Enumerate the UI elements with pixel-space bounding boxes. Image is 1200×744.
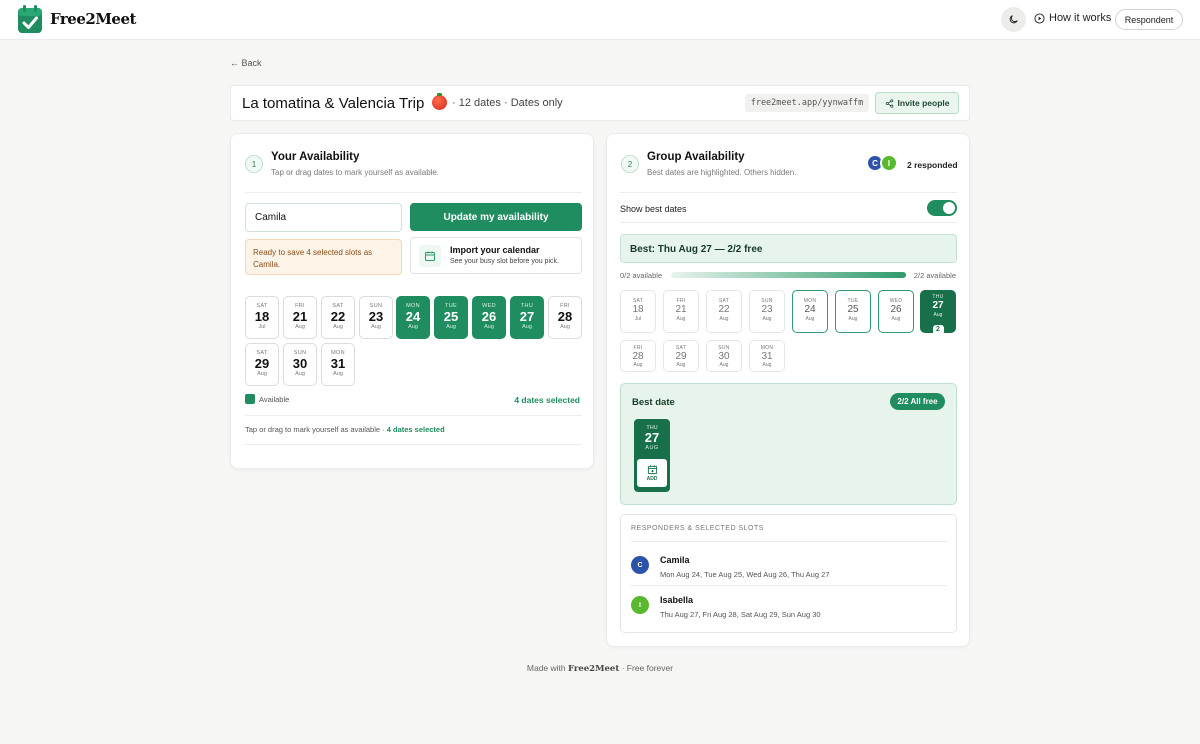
selected-count: 4 dates selected (514, 395, 580, 405)
best-date-title: Best date (632, 397, 675, 408)
responder-slots: Mon Aug 24, Tue Aug 25, Wed Aug 26, Thu … (660, 570, 830, 579)
response-count-badge: 2 (932, 325, 944, 335)
import-calendar-button[interactable]: Import your calendar See your busy slot … (410, 237, 582, 274)
divider (245, 192, 582, 193)
date-cell[interactable]: SAT 22 Aug (321, 296, 355, 339)
share-icon (885, 98, 893, 108)
back-link[interactable]: ← Back (230, 58, 262, 68)
responder-name: Isabella (660, 595, 694, 605)
responder-row: C Camila Mon Aug 24, Tue Aug 25, Wed Aug… (631, 545, 947, 585)
group-date-cell-best[interactable]: THU 27 Aug 2 (920, 290, 956, 335)
calendar-check-icon[interactable] (18, 5, 42, 33)
step-badge-2: 2 (621, 155, 639, 173)
all-free-badge: 2/2 All free (890, 393, 945, 410)
group-date-cell-partial[interactable]: TUE 25 Aug (835, 290, 871, 333)
date-cell-selected[interactable]: MON 24 Aug (396, 296, 430, 339)
role-button[interactable]: Respondent (1115, 9, 1183, 30)
date-cell[interactable]: SAT 18 Jul (245, 296, 279, 339)
range-max-label: 2/2 available (913, 271, 956, 280)
legend-label: Available (259, 395, 290, 404)
group-date-cell[interactable]: SAT 22 Aug (706, 290, 742, 333)
group-date-cell[interactable]: SAT 29 Aug (663, 340, 699, 372)
your-availability-subtitle: Tap or drag dates to mark yourself as av… (271, 168, 440, 177)
group-date-cell-partial[interactable]: WED 26 Aug (878, 290, 914, 333)
group-date-cell[interactable]: SAT 18 Jul (620, 290, 656, 333)
group-date-cell[interactable]: SUN 30 Aug (706, 340, 742, 372)
date-cell[interactable]: SAT 29 Aug (245, 343, 279, 386)
divider (620, 222, 957, 223)
best-date-panel: Best date 2/2 All free THU 27 AUG ADD (620, 383, 957, 505)
date-cell[interactable]: FRI 21 Aug (283, 296, 317, 339)
responders-panel: RESPONDERS & SELECTED SLOTS C Camila Mon… (620, 514, 957, 633)
responder-name: Camila (660, 555, 690, 565)
date-cell[interactable]: SUN 23 Aug (359, 296, 393, 339)
import-calendar-subtitle: See your busy slot before you pick. (450, 258, 559, 265)
import-calendar-title: Import your calendar (450, 245, 540, 255)
group-availability-title: Group Availability (647, 151, 745, 163)
event-meta: · 12 dates · Dates only (452, 97, 563, 109)
update-availability-button[interactable]: Update my availability (410, 203, 582, 231)
group-date-cell[interactable]: MON 31 Aug (749, 340, 785, 372)
step-badge-1: 1 (245, 155, 263, 173)
date-cell[interactable]: SUN 30 Aug (283, 343, 317, 386)
divider (620, 192, 957, 193)
add-label: ADD (646, 476, 658, 482)
how-it-works-link[interactable]: How it works (1034, 12, 1111, 24)
date-cell[interactable]: FRI 28 Aug (548, 296, 582, 339)
app-logo-text[interactable]: Free2Meet (50, 10, 136, 28)
add-to-calendar-button[interactable]: ADD (637, 459, 667, 487)
date-cell-selected[interactable]: WED 26 Aug (472, 296, 506, 339)
divider (245, 444, 582, 445)
top-header: Free2Meet How it works Respondent (0, 0, 1200, 40)
legend-swatch (245, 394, 255, 404)
share-url[interactable]: free2meet.app/yynwaffm (745, 94, 869, 112)
responded-count: 2 responded (907, 160, 958, 170)
group-availability-card: 2 Group Availability Best dates are high… (606, 133, 970, 647)
hint-text: Tap or drag to mark yourself as availabl… (245, 425, 445, 434)
availability-gradient-bar (671, 272, 906, 278)
event-title: La tomatina & Valencia Trip (242, 93, 447, 112)
your-availability-title: Your Availability (271, 151, 360, 163)
group-date-cell[interactable]: FRI 28 Aug (620, 340, 656, 372)
show-best-dates-toggle[interactable] (927, 200, 957, 216)
event-title-text: La tomatina & Valencia Trip (242, 95, 425, 112)
date-cell-selected[interactable]: TUE 25 Aug (434, 296, 468, 339)
name-input[interactable] (245, 203, 402, 232)
avatar: I (880, 154, 898, 172)
footer: Made with Free2Meet · Free forever (526, 663, 674, 674)
your-availability-card: 1 Your Availability Tap or drag dates to… (230, 133, 594, 469)
dark-mode-toggle-button[interactable] (1001, 7, 1026, 32)
calendar-add-icon (647, 465, 657, 475)
calendar-icon (425, 251, 435, 261)
show-best-dates-label: Show best dates (620, 204, 687, 214)
range-min-label: 0/2 available (620, 271, 663, 280)
tomato-icon (431, 93, 447, 110)
how-it-works-label: How it works (1049, 12, 1112, 24)
invite-people-button[interactable]: Invite people (875, 92, 959, 114)
group-availability-subtitle: Best dates are highlighted. Others hidde… (647, 168, 797, 177)
play-circle-icon (1034, 12, 1045, 24)
invite-people-label: Invite people (897, 98, 950, 108)
avatar: C (631, 556, 649, 574)
divider (245, 415, 582, 416)
date-cell-selected[interactable]: THU 27 Aug (510, 296, 544, 339)
footer-brand[interactable]: Free2Meet (568, 664, 619, 674)
divider (631, 541, 947, 542)
best-date-tile[interactable]: THU 27 AUG ADD (634, 419, 670, 492)
group-date-cell[interactable]: SUN 23 Aug (749, 290, 785, 333)
moon-icon (1009, 15, 1018, 24)
responder-slots: Thu Aug 27, Fri Aug 28, Sat Aug 29, Sun … (660, 610, 821, 619)
import-calendar-icon-wrap (419, 245, 441, 267)
best-date-banner: Best: Thu Aug 27 — 2/2 free (620, 234, 957, 263)
responder-row: I Isabella Thu Aug 27, Fri Aug 28, Sat A… (631, 585, 947, 625)
group-date-cell[interactable]: FRI 21 Aug (663, 290, 699, 333)
date-cell[interactable]: MON 31 Aug (321, 343, 355, 386)
group-date-cell-partial[interactable]: MON 24 Aug (792, 290, 828, 333)
avatar: I (631, 596, 649, 614)
save-notice: Ready to save 4 selected slots as Camila… (245, 239, 402, 275)
responders-heading: RESPONDERS & SELECTED SLOTS (631, 525, 764, 532)
